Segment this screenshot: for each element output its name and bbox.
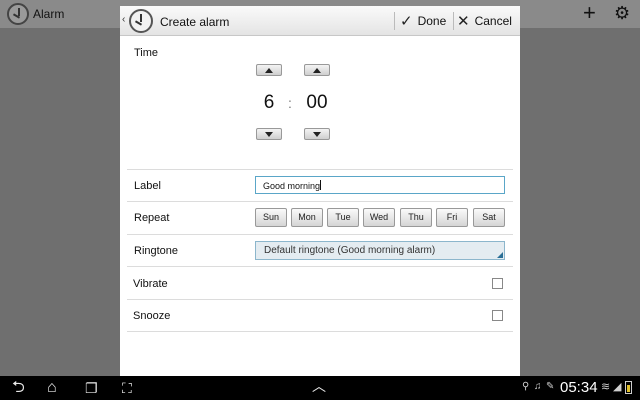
ringtone-label: Ringtone	[134, 245, 179, 257]
arrow-up-icon	[313, 67, 321, 73]
arrow-up-icon	[265, 67, 273, 73]
checkmark-icon: ✓	[400, 12, 413, 30]
divider	[127, 266, 513, 267]
day-button-thu[interactable]: Thu	[400, 208, 432, 227]
day-button-tue[interactable]: Tue	[327, 208, 359, 227]
header-divider	[453, 12, 454, 30]
divider	[127, 299, 513, 300]
plus-icon[interactable]: +	[583, 2, 596, 24]
sync-icon: ✎	[546, 381, 555, 392]
snooze-checkbox[interactable]	[492, 310, 503, 321]
day-button-sat[interactable]: Sat	[473, 208, 505, 227]
alarm-clock-icon	[7, 3, 29, 25]
label-row-label: Label	[134, 180, 161, 192]
wifi-icon: ≋	[601, 381, 611, 393]
ringtone-value: Default ringtone (Good morning alarm)	[264, 245, 436, 256]
dialog-header: ‹ Create alarm ✓ Done ✕ Cancel	[120, 6, 520, 36]
background-app-title: Alarm	[33, 7, 65, 21]
dialog-title: Create alarm	[160, 15, 230, 29]
music-icon: ♫	[534, 381, 542, 392]
usb-icon: ⚲	[522, 381, 530, 392]
gear-icon[interactable]: ⚙	[614, 3, 630, 23]
vibrate-checkbox[interactable]	[492, 278, 503, 289]
header-divider	[394, 12, 395, 30]
vibrate-label: Vibrate	[133, 278, 168, 290]
day-button-fri[interactable]: Fri	[436, 208, 468, 227]
cancel-label: Cancel	[474, 14, 512, 28]
close-icon: ✕	[457, 12, 470, 30]
minute-value[interactable]: 00	[297, 92, 337, 114]
system-bar: ⮌ ⌂ ❐ ⛶ ︿ ⚲ ♫ ✎ 05:34 ≋ ◢	[0, 376, 640, 400]
label-input[interactable]: Good morning	[255, 176, 505, 194]
hour-increment-button[interactable]	[256, 64, 282, 76]
arrow-down-icon	[265, 131, 273, 137]
hour-value[interactable]: 6	[249, 92, 289, 114]
recent-apps-icon[interactable]: ❐	[85, 378, 98, 398]
divider	[127, 331, 513, 332]
battery-icon	[625, 381, 632, 394]
text-cursor	[320, 180, 322, 190]
create-alarm-dialog: ‹ Create alarm ✓ Done ✕ Cancel Time 6 : …	[120, 6, 520, 376]
system-clock: 05:34	[560, 379, 598, 396]
up-caret-icon[interactable]: ‹	[122, 14, 125, 25]
time-separator: :	[288, 95, 292, 111]
repeat-label: Repeat	[134, 212, 170, 224]
snooze-label: Snooze	[133, 310, 171, 322]
back-icon[interactable]: ⮌	[12, 378, 25, 398]
hour-decrement-button[interactable]	[256, 128, 282, 140]
minute-decrement-button[interactable]	[304, 128, 330, 140]
minute-increment-button[interactable]	[304, 64, 330, 76]
done-label: Done	[417, 14, 447, 28]
ringtone-select[interactable]: Default ringtone (Good morning alarm)	[255, 241, 505, 260]
divider	[127, 234, 513, 235]
time-label: Time	[134, 47, 159, 59]
arrow-down-icon	[313, 131, 321, 137]
divider	[127, 169, 513, 170]
home-icon[interactable]: ⌂	[47, 378, 57, 398]
signal-icon: ◢	[613, 381, 622, 393]
day-button-mon[interactable]: Mon	[291, 208, 323, 227]
alarm-clock-icon[interactable]	[129, 9, 153, 33]
screenshot-icon[interactable]: ⛶	[122, 378, 132, 398]
day-button-sun[interactable]: Sun	[255, 208, 287, 227]
done-button[interactable]: ✓ Done	[400, 10, 446, 32]
day-button-wed[interactable]: Wed	[363, 208, 395, 227]
dropdown-corner-icon	[497, 252, 503, 258]
chevron-up-icon[interactable]: ︿	[312, 376, 326, 396]
cancel-button[interactable]: ✕ Cancel	[457, 10, 512, 32]
label-input-value: Good morning	[263, 181, 321, 191]
divider	[127, 201, 513, 202]
